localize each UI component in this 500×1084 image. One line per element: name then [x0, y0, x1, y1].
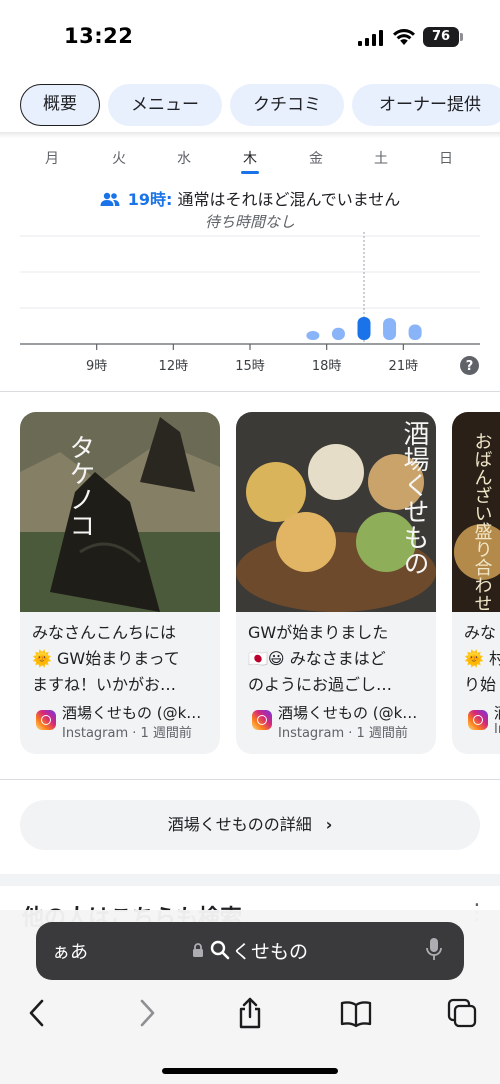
chevron-right-icon: ›	[325, 815, 333, 834]
post-text-line: のようにお過ごし…	[248, 675, 393, 694]
day-sun[interactable]: 日	[431, 148, 461, 168]
place-details-label: 酒場くせものの詳細	[167, 815, 312, 834]
post-text-line: 🌞 GW始まりまって	[32, 649, 180, 668]
post-text: みなさんこんちには 🌞 GW始まりまって ますね！いかがお…	[32, 620, 216, 698]
battery-indicator: 76	[423, 27, 459, 47]
status-bar: 13:22 76	[0, 0, 500, 74]
post-card[interactable]: 酒場くせもの GWが始まりました 🇯🇵😃 みなさまはど のようにお過ごし… 酒場…	[236, 412, 436, 754]
section-divider	[0, 779, 500, 780]
search-icon	[210, 940, 230, 960]
chart-x-ticks: 9時 12時 15時 18時 21時	[86, 344, 418, 374]
post-text-line: みな	[464, 623, 497, 642]
lock-icon	[193, 943, 203, 957]
instagram-icon	[36, 710, 56, 730]
post-meta: Instagram · 1 週間前	[62, 726, 192, 741]
bookmarks-icon[interactable]	[340, 996, 372, 1030]
post-account: 酒場くせもの (@k…	[62, 704, 202, 722]
chart-tick-label: 15時	[235, 359, 265, 374]
tab-menu[interactable]: メニュー	[108, 84, 222, 126]
reader-options-button[interactable]: ぁあ	[52, 938, 88, 964]
chart-bars	[306, 232, 422, 344]
post-image-caption: 酒場くせもの	[399, 420, 429, 576]
instagram-icon	[252, 710, 272, 730]
tab-overview[interactable]: 概要	[20, 84, 100, 126]
place-details-button[interactable]: 酒場くせものの詳細 ›	[20, 800, 480, 850]
chart-tick-label: 21時	[389, 359, 419, 374]
chart-bar	[331, 327, 345, 340]
post-text: GWが始まりました 🇯🇵😃 みなさまはど のようにお過ごし…	[248, 620, 432, 698]
post-image-caption: タケノコ	[65, 434, 95, 538]
post-source: 酒場くせもの (@k… Instagram · 1 週間前	[32, 702, 216, 742]
tabs-shadow	[0, 132, 500, 138]
selected-day-underline	[241, 171, 259, 174]
back-icon[interactable]	[22, 996, 54, 1030]
live-busyness: 19時: 通常はそれほど混んでいません	[0, 186, 500, 210]
post-image-caption: おばんざい盛り合わせ	[472, 432, 493, 612]
battery-cap	[460, 33, 463, 41]
home-indicator	[162, 1068, 338, 1074]
live-hour: 19時:	[127, 190, 173, 209]
chart-tick-label: 12時	[159, 359, 189, 374]
post-image-obanzai: おばんざい盛り合わせ	[452, 412, 500, 612]
live-status-text: 通常はそれほど混んでいません	[177, 190, 401, 209]
post-source: 酒場くせもの (@k… Instagram · 1 週間前	[248, 702, 432, 742]
day-tue[interactable]: 火	[104, 148, 134, 168]
day-thu[interactable]: 木	[235, 148, 265, 168]
status-time: 13:22	[64, 24, 134, 48]
instagram-icon	[468, 710, 488, 730]
page: 13:22 76 概要 メニュー クチコミ オーナー提供 月 火 水 木 金 土…	[0, 0, 500, 1084]
day-wed[interactable]: 水	[169, 148, 199, 168]
post-card[interactable]: タケノコ みなさんこんちには 🌞 GW始まりまって ますね！いかがお… 酒場くせ…	[20, 412, 220, 754]
post-text-line: 🌞 村	[464, 649, 500, 668]
day-fri[interactable]: 金	[301, 148, 331, 168]
section-divider	[0, 391, 500, 392]
post-text-line: り始	[464, 675, 497, 694]
place-tabs: 概要 メニュー クチコミ オーナー提供	[0, 84, 500, 130]
post-text-line: ますね！いかがお…	[32, 675, 177, 694]
address-text: くせもの	[232, 941, 309, 963]
chart-tick-label: 9時	[86, 359, 107, 374]
share-icon[interactable]	[234, 996, 266, 1030]
post-text-line: みなさんこんちには	[32, 623, 177, 642]
post-account: 酒	[494, 702, 500, 723]
post-text-line: 🇯🇵😃 みなさまはど	[248, 649, 386, 668]
forward-icon[interactable]	[130, 996, 162, 1030]
people-icon	[100, 192, 120, 206]
wait-time-text: 待ち時間なし	[204, 213, 295, 231]
chart-bar	[408, 324, 422, 340]
post-card[interactable]: おばんざい盛り合わせ みな 🌞 村 り始 酒 In	[452, 412, 500, 754]
tabs-icon[interactable]	[446, 996, 478, 1030]
chart-bar	[306, 331, 320, 340]
day-mon[interactable]: 月	[37, 148, 67, 168]
day-selector: 月 火 水 木 金 土 日	[0, 148, 500, 178]
chart-bar-current	[357, 317, 371, 340]
wifi-icon	[393, 29, 415, 45]
post-meta: Instagram · 1 週間前	[278, 726, 408, 741]
post-account: 酒場くせもの (@k…	[278, 704, 418, 722]
address-bar[interactable]: ぁあ くせもの	[36, 922, 464, 980]
post-meta: In	[494, 722, 500, 737]
tab-reviews[interactable]: クチコミ	[230, 84, 344, 126]
post-source: 酒 In	[464, 702, 500, 742]
cellular-signal-icon	[358, 30, 383, 46]
microphone-icon[interactable]	[426, 938, 442, 962]
help-icon[interactable]: ?	[460, 356, 479, 375]
day-sat[interactable]: 土	[366, 148, 396, 168]
tab-owner-photos[interactable]: オーナー提供	[352, 84, 500, 126]
section-gap	[0, 874, 500, 886]
owner-posts-carousel[interactable]: タケノコ みなさんこんちには 🌞 GW始まりまって ますね！いかがお… 酒場くせ…	[20, 412, 500, 754]
post-image-bamboo-shoot: タケノコ	[20, 412, 220, 612]
chart-bar	[383, 318, 397, 340]
post-text-line: GWが始まりました	[248, 623, 389, 642]
chart-tick-label: 18時	[312, 359, 342, 374]
help-icon-glyph: ?	[466, 359, 474, 374]
post-text: みな 🌞 村 り始	[464, 620, 500, 698]
popular-times-chart: 9時 12時 15時 18時 21時	[20, 232, 480, 374]
post-image-food-platter: 酒場くせもの	[236, 412, 436, 612]
